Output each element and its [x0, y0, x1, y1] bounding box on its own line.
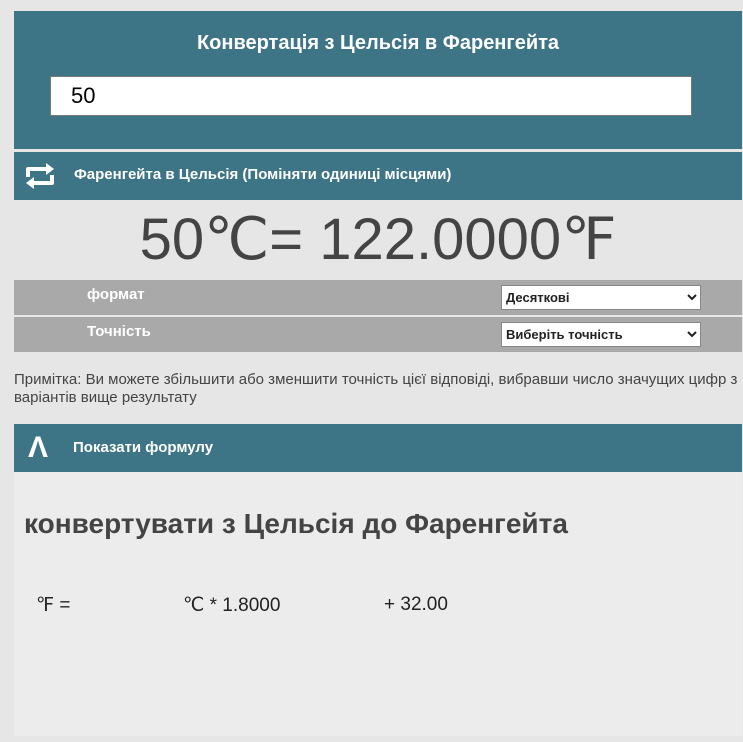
formula-multiply: ℃ * 1.8000: [183, 594, 280, 617]
page-title: Конвертація з Цельсія в Фаренгейта: [196, 32, 560, 54]
format-label: формат: [87, 286, 145, 303]
celsius-unit: ℃: [204, 207, 270, 272]
precision-note: Примітка: Ви можете збільшити або зменши…: [14, 371, 738, 406]
conversion-result: 50℃= 122.0000℉: [14, 200, 742, 280]
formula-equals: =: [54, 595, 71, 616]
result-input-value: 50: [139, 207, 205, 272]
swap-units-button[interactable]: Фаренгейта в Цельсія (Поміняти одиниці м…: [14, 152, 742, 200]
converter: Конвертація з Цельсія в Фаренгейта Фарен…: [14, 11, 742, 736]
result-equals: =: [269, 207, 304, 272]
format-select[interactable]: Десяткові: [501, 285, 701, 310]
formula-offset: + 32.00: [384, 594, 448, 615]
formula-multiplier: * 1.8000: [204, 595, 281, 616]
format-row: формат Десяткові: [14, 280, 742, 315]
value-input[interactable]: [50, 76, 692, 116]
formula-fahrenheit-unit: ℉: [36, 595, 55, 616]
formula-celsius-unit: ℃: [183, 595, 205, 616]
caret-up-icon: Λ: [28, 431, 49, 464]
formula-lhs: ℉ =: [36, 594, 70, 617]
swap-arrows-icon: [26, 163, 54, 189]
show-formula-button[interactable]: Λ Показати формулу: [14, 424, 742, 472]
swap-units-label: Фаренгейта в Цельсія (Поміняти одиниці м…: [74, 166, 452, 183]
fahrenheit-unit: ℉: [561, 207, 617, 272]
result-output-value: 122.0000: [319, 207, 562, 272]
formula-heading: конвертувати з Цельсія до Фаренгейта: [24, 508, 568, 539]
show-formula-label: Показати формулу: [73, 439, 214, 456]
converter-header: Конвертація з Цельсія в Фаренгейта: [14, 11, 742, 149]
precision-row: Точність Виберіть точність: [14, 317, 742, 352]
precision-label: Точність: [87, 323, 151, 340]
formula-panel: конвертувати з Цельсія до Фаренгейта ℉ =…: [14, 472, 742, 736]
precision-select[interactable]: Виберіть точність: [501, 322, 701, 347]
